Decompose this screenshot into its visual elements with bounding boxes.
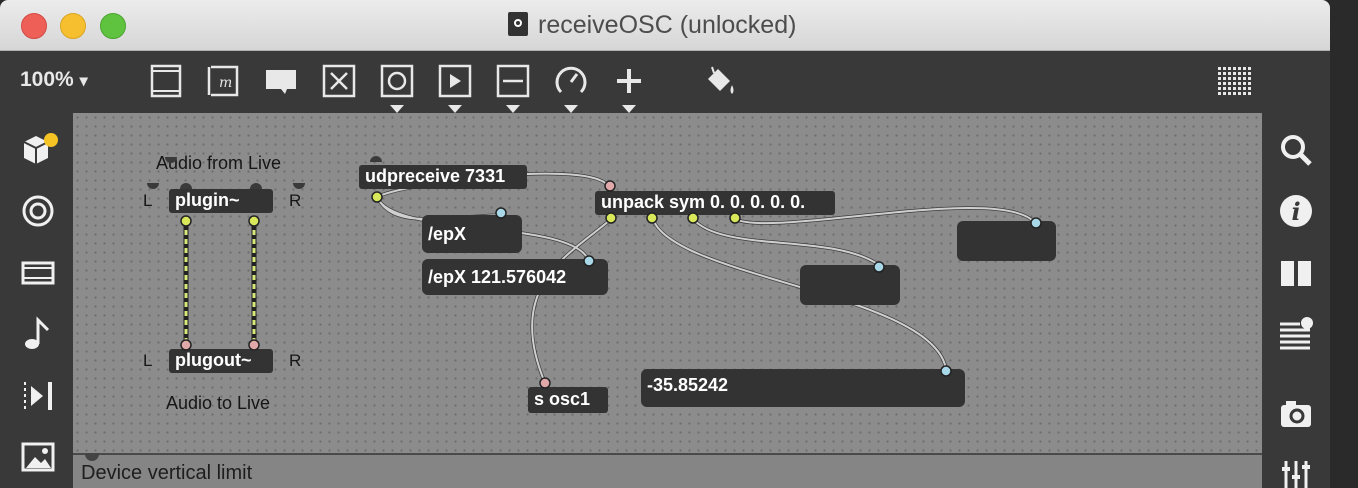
plugin-ports xyxy=(147,183,305,227)
camera-icon[interactable] xyxy=(1276,394,1316,434)
zoom-button[interactable] xyxy=(100,13,126,39)
patcher-window: receiveOSC (unlocked) 100% ▾ m i Audio f… xyxy=(0,0,1330,488)
message-epx-value-label: /epX 121.576042 xyxy=(428,267,567,287)
add-icon[interactable] xyxy=(611,63,647,113)
dial-icon[interactable] xyxy=(553,63,589,113)
patch-canvas[interactable]: Audio from Live Audio to Live plugin~ L … xyxy=(73,113,1262,453)
message-epx-inlet xyxy=(495,207,507,219)
message-epx-label: /epX xyxy=(428,224,467,244)
udpreceive-inlet xyxy=(370,156,382,162)
label-left-channel-out: L xyxy=(143,351,153,370)
send-label: s osc1 xyxy=(534,389,591,409)
empty-message-box-1-inlet xyxy=(873,261,885,273)
list-icon[interactable] xyxy=(1276,314,1316,354)
target-icon[interactable] xyxy=(18,191,58,231)
comment-audio-to-live[interactable]: Audio to Live xyxy=(166,393,270,414)
plugout-inlets xyxy=(180,339,260,351)
document-icon xyxy=(508,12,528,36)
title-bar[interactable]: receiveOSC (unlocked) xyxy=(0,0,1330,51)
chevron-down-icon[interactable] xyxy=(448,105,462,113)
udpreceive-label: udpreceive 7331 xyxy=(365,166,506,186)
grid-icon[interactable] xyxy=(1216,63,1252,99)
toolbar: 100% ▾ m xyxy=(0,51,1330,113)
message-epx-value-inlet xyxy=(583,255,595,267)
udpreceive-object[interactable]: udpreceive 7331 xyxy=(359,165,527,189)
svg-text:m: m xyxy=(219,75,232,91)
zoom-value: 100% xyxy=(20,68,74,91)
film-icon[interactable] xyxy=(18,253,58,293)
left-sidebar xyxy=(0,113,73,488)
image-icon[interactable] xyxy=(18,437,58,477)
chevron-down-icon[interactable] xyxy=(622,105,636,113)
number-value: -35.85242 xyxy=(647,375,729,395)
chevron-down-icon[interactable] xyxy=(506,105,520,113)
message-icon[interactable]: m xyxy=(205,63,241,99)
button-icon[interactable] xyxy=(379,63,415,113)
svg-text:i: i xyxy=(1291,197,1300,226)
paint-bucket-icon[interactable] xyxy=(702,63,738,99)
close-button[interactable] xyxy=(21,13,47,39)
device-vertical-limit[interactable]: Device vertical limit xyxy=(73,453,1262,488)
toggle-icon[interactable] xyxy=(321,63,357,99)
right-sidebar: i xyxy=(1262,113,1330,488)
device-limit-handle[interactable] xyxy=(85,453,99,461)
number-box[interactable]: -35.85242 xyxy=(641,369,965,407)
window-title-text: receiveOSC (unlocked) xyxy=(538,11,797,39)
chevron-down-icon: ▾ xyxy=(79,73,88,90)
book-icon[interactable] xyxy=(1276,253,1316,293)
step-icon[interactable] xyxy=(18,376,58,416)
package-icon[interactable] xyxy=(18,130,58,170)
empty-message-box-2-inlet xyxy=(1030,217,1042,229)
chevron-down-icon[interactable] xyxy=(390,105,404,113)
window-title: receiveOSC (unlocked) xyxy=(508,11,796,40)
minimize-button[interactable] xyxy=(60,13,86,39)
send-inlet xyxy=(539,377,551,389)
search-icon[interactable] xyxy=(1276,130,1316,170)
chevron-down-icon[interactable] xyxy=(564,105,578,113)
number-box-inlet xyxy=(940,365,952,377)
udpreceive-outlet xyxy=(371,191,383,203)
unpack-ports xyxy=(604,180,741,224)
comment-icon[interactable] xyxy=(263,63,299,99)
info-icon[interactable]: i xyxy=(1276,191,1316,231)
slider-icon[interactable] xyxy=(495,63,531,113)
note-icon[interactable] xyxy=(18,314,58,354)
device-limit-label: Device vertical limit xyxy=(81,462,253,484)
presentation-icon[interactable] xyxy=(148,63,184,99)
zoom-menu[interactable]: 100% ▾ xyxy=(20,68,88,92)
label-right-channel-out: R xyxy=(289,351,302,370)
playbar-icon[interactable] xyxy=(437,63,473,113)
mixer-icon[interactable] xyxy=(1276,455,1316,488)
